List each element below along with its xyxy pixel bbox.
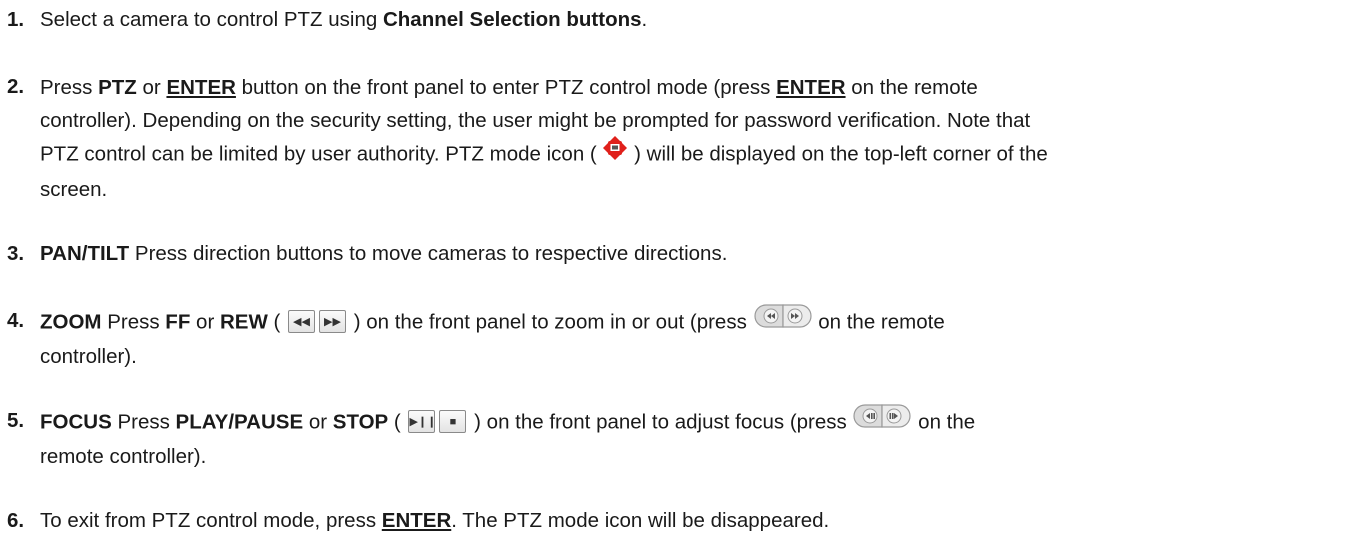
step-text: To exit from PTZ control mode, press ENT… bbox=[40, 509, 830, 532]
step-text: Press PTZ or ENTER button on the front p… bbox=[40, 76, 1048, 201]
ptz-mode-icon bbox=[602, 135, 628, 171]
step-4: 4. ZOOM Press FF or REW ( ◀◀ ▶▶ ) on the … bbox=[7, 303, 1342, 373]
step-number: 3. bbox=[7, 242, 25, 265]
remote-focus-buttons-icon bbox=[852, 403, 912, 439]
step-text: PAN/TILT Press direction buttons to move… bbox=[40, 242, 728, 265]
enter-label: ENTER bbox=[381, 509, 452, 532]
step-number: 2. bbox=[7, 75, 25, 98]
ff-label: FF bbox=[165, 310, 191, 334]
pan-tilt-label: PAN/TILT bbox=[40, 242, 130, 265]
remote-zoom-buttons-icon bbox=[753, 303, 813, 339]
rewind-button-icon: ◀◀ bbox=[288, 309, 316, 333]
ptz-label: PTZ bbox=[98, 76, 137, 99]
step-number: 4. bbox=[7, 309, 25, 332]
step-number: 5. bbox=[7, 409, 25, 432]
enter-label: ENTER bbox=[776, 76, 846, 99]
channel-selection-label: Channel Selection buttons bbox=[382, 8, 642, 31]
fast-forward-button-icon: ▶▶ bbox=[319, 309, 347, 333]
stop-button-icon: ■ bbox=[439, 409, 467, 433]
step-text: FOCUS Press PLAY/PAUSE or STOP ( ▶❙❙ ■ ) … bbox=[40, 403, 1342, 473]
play-pause-label: PLAY/PAUSE bbox=[175, 410, 304, 434]
stop-label: STOP bbox=[332, 410, 389, 434]
step-3: 3. PAN/TILT Press direction buttons to m… bbox=[7, 238, 1342, 270]
zoom-label: ZOOM bbox=[40, 310, 102, 334]
step-1: 1. Select a camera to control PTZ using … bbox=[7, 4, 1342, 36]
rew-label: REW bbox=[219, 310, 268, 334]
play-pause-button-icon: ▶❙❙ bbox=[408, 409, 436, 433]
step-text: ZOOM Press FF or REW ( ◀◀ ▶▶ ) on the fro… bbox=[40, 303, 1342, 373]
step-6: 6. To exit from PTZ control mode, press … bbox=[7, 505, 1342, 537]
step-text: Select a camera to control PTZ using Cha… bbox=[40, 8, 648, 31]
step-2: 2. Press PTZ or ENTER button on the fron… bbox=[7, 71, 1342, 206]
focus-label: FOCUS bbox=[40, 410, 112, 434]
enter-label: ENTER bbox=[166, 76, 236, 99]
step-number: 6. bbox=[7, 509, 25, 532]
step-number: 1. bbox=[7, 8, 25, 31]
step-5: 5. FOCUS Press PLAY/PAUSE or STOP ( ▶❙❙ ■… bbox=[7, 403, 1342, 473]
